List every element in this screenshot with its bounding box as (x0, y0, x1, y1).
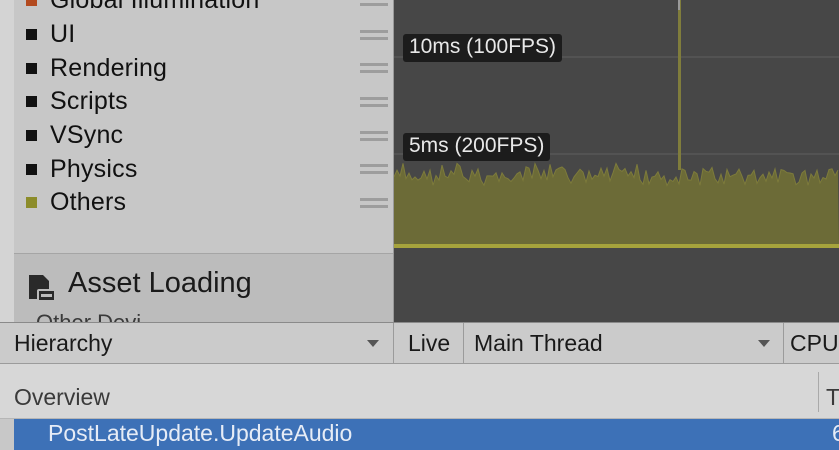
module-asset-loading[interactable]: Asset Loading Other Devi (14, 253, 393, 323)
legend-item-ui[interactable]: UI (26, 18, 398, 52)
asset-loading-icon (29, 275, 56, 302)
module-label: Asset Loading (68, 267, 252, 299)
row-label: PostLateUpdate.UpdateAudio (48, 420, 353, 446)
marker-label-5ms: 5ms (200FPS) (403, 133, 551, 162)
drag-handle-icon[interactable] (360, 95, 388, 109)
thread-label: Main Thread (474, 330, 603, 356)
drag-handle-icon[interactable] (360, 28, 388, 42)
row-value: 6 (832, 420, 839, 446)
legend-item-label: Global Illumination (50, 0, 260, 15)
frame-cursor (678, 0, 680, 10)
cpu-dropdown[interactable]: CPU (784, 323, 839, 364)
legend-item-label: UI (50, 20, 76, 49)
spike-line (678, 0, 681, 170)
legend-item-scripts[interactable]: Scripts (26, 85, 398, 119)
legend-item-label: Rendering (50, 53, 168, 82)
legend-item-label: Others (50, 188, 127, 217)
legend-swatch (26, 96, 37, 108)
live-toggle[interactable]: Live (394, 323, 464, 364)
view-mode-label: Hierarchy (14, 330, 113, 356)
column-divider[interactable] (818, 372, 819, 412)
marker-label-10ms: 10ms (100FPS) (403, 34, 563, 63)
hierarchy-header: Overview T (0, 364, 839, 419)
drag-handle-icon[interactable] (360, 196, 388, 210)
legend-item-rendering[interactable]: Rendering (26, 51, 398, 85)
legend-swatch (26, 163, 37, 175)
legend-swatch (26, 197, 37, 209)
legend-item-label: VSync (50, 121, 124, 150)
drag-handle-icon[interactable] (360, 61, 388, 75)
cpu-label: CPU (790, 330, 839, 356)
chevron-down-icon (758, 340, 770, 347)
legend-swatch (26, 0, 37, 7)
profiler-window: Global Illumination UI Rendering Scripts (0, 0, 839, 450)
legend-item-label: Scripts (50, 87, 128, 116)
overview-column-header[interactable]: Overview (14, 384, 110, 411)
legend-item-label: Physics (50, 154, 138, 183)
legend-list: Global Illumination UI Rendering Scripts (26, 0, 398, 220)
legend-swatch (26, 130, 37, 142)
legend-item-others[interactable]: Others (26, 186, 398, 220)
legend-swatch (26, 29, 37, 41)
drag-handle-icon[interactable] (360, 129, 388, 143)
details-toolbar: Hierarchy Live Main Thread CPU (0, 322, 839, 364)
live-label: Live (408, 330, 451, 356)
legend-item-vsync[interactable]: VSync (26, 119, 398, 153)
cpu-usage-graph[interactable]: 10ms (100FPS) 5ms (200FPS) (394, 0, 839, 322)
legend-item-global-illumination[interactable]: Global Illumination (26, 0, 398, 18)
view-mode-dropdown[interactable]: Hierarchy (0, 323, 394, 364)
drag-handle-icon[interactable] (360, 162, 388, 176)
next-column-header[interactable]: T (826, 384, 839, 411)
thread-dropdown[interactable]: Main Thread (464, 323, 784, 364)
chevron-down-icon (367, 340, 379, 347)
legend-item-physics[interactable]: Physics (26, 152, 398, 186)
drag-handle-icon[interactable] (360, 0, 388, 8)
legend-swatch (26, 62, 37, 74)
table-row-selected[interactable]: PostLateUpdate.UpdateAudio 6 (14, 419, 839, 450)
